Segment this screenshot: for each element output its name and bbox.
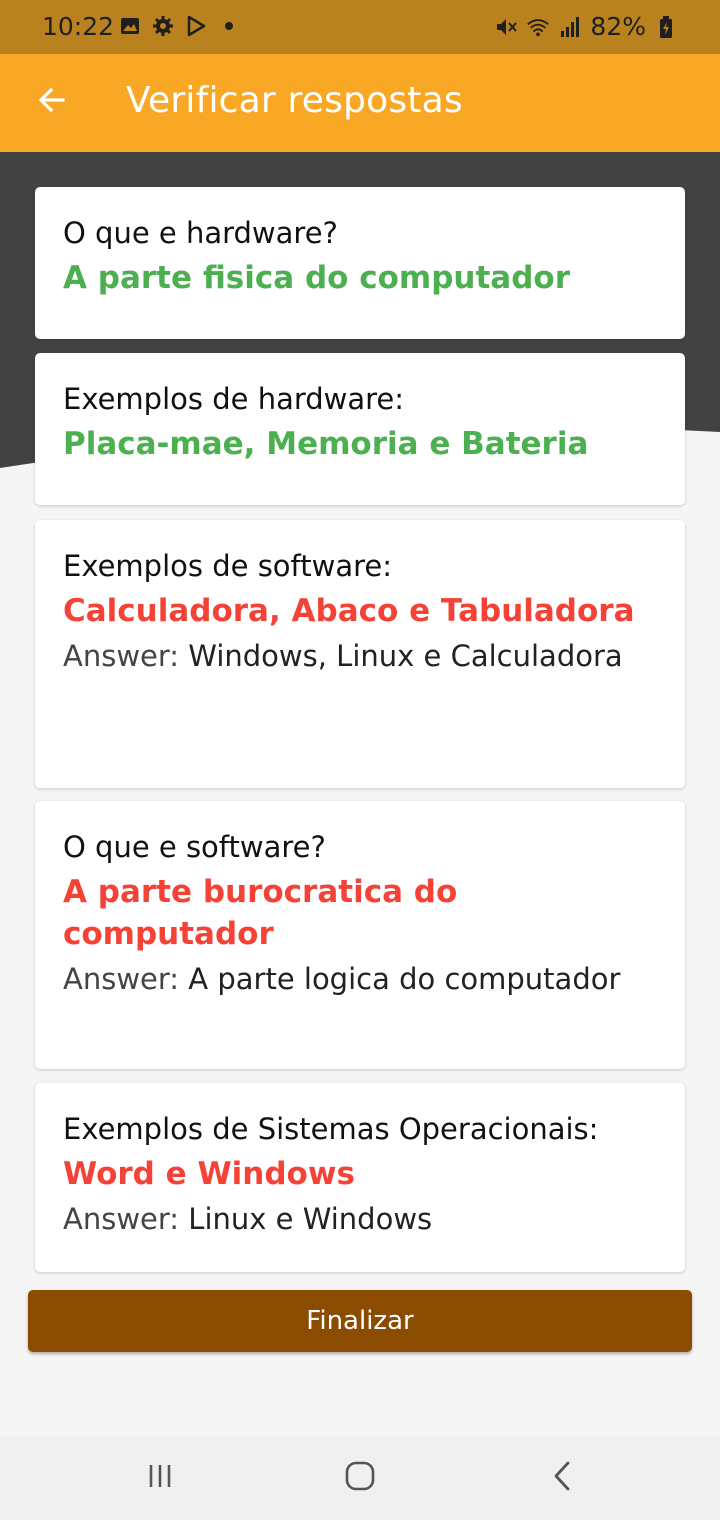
given-answer: Word e Windows	[63, 1156, 355, 1192]
correct-answer: Answer: Windows, Linux e Calculadora	[63, 638, 657, 675]
recent-apps-icon	[145, 1461, 175, 1495]
correct-answer-text: Windows, Linux e Calculadora	[188, 639, 623, 673]
answer-label: Answer:	[63, 962, 180, 996]
correct-answer-text: A parte logica do computador	[188, 962, 621, 996]
back-button[interactable]	[28, 78, 76, 126]
image-icon	[118, 14, 142, 38]
app-bar: Verificar respostas	[0, 54, 720, 152]
given-answer: A parte fisica do computador	[63, 260, 570, 296]
question-text: O que e software?	[63, 830, 326, 864]
play-store-icon	[184, 14, 208, 38]
battery-percent: 82%	[590, 12, 646, 41]
page-title: Verificar respostas	[126, 80, 463, 121]
wifi-icon	[526, 15, 550, 39]
dot-icon	[217, 14, 241, 38]
status-icons-left	[118, 14, 241, 38]
answer-label: Answer:	[63, 639, 180, 673]
answer-card: O que e hardware? A parte fisica do comp…	[35, 187, 685, 339]
answer-card: Exemplos de hardware: Placa-mae, Memoria…	[35, 353, 685, 505]
answer-card: Exemplos de Sistemas Operacionais: Word …	[35, 1083, 685, 1272]
recent-apps-button[interactable]	[130, 1454, 190, 1502]
home-icon	[344, 1460, 376, 1496]
navigation-bar	[0, 1436, 720, 1520]
question-text: Exemplos de hardware:	[63, 382, 405, 416]
arrow-left-icon	[36, 84, 68, 120]
finish-button[interactable]: Finalizar	[28, 1290, 692, 1352]
question-text: O que e hardware?	[63, 216, 338, 250]
status-time: 10:22	[42, 12, 115, 41]
back-icon	[548, 1460, 576, 1496]
mute-icon	[494, 15, 518, 39]
home-button[interactable]	[330, 1454, 390, 1502]
battery-icon	[654, 15, 678, 39]
gear-icon	[151, 14, 175, 38]
correct-answer: Answer: Linux e Windows	[63, 1201, 657, 1238]
answer-label: Answer:	[63, 1202, 180, 1236]
correct-answer-text: Linux e Windows	[188, 1202, 433, 1236]
question-text: Exemplos de Sistemas Operacionais:	[63, 1112, 599, 1146]
answer-card: Exemplos de software: Calculadora, Abaco…	[35, 520, 685, 788]
status-bar: 10:22 82%	[0, 0, 720, 54]
given-answer: Calculadora, Abaco e Tabuladora	[63, 593, 635, 629]
correct-answer: Answer: A parte logica do computador	[63, 961, 657, 998]
given-answer: Placa-mae, Memoria e Bateria	[63, 426, 589, 462]
system-back-button[interactable]	[532, 1454, 592, 1502]
question-text: Exemplos de software:	[63, 549, 392, 583]
answer-card: O que e software? A parte burocratica do…	[35, 801, 685, 1069]
given-answer: A parte burocratica do computador	[63, 874, 458, 952]
status-icons-right: 82%	[494, 12, 678, 41]
signal-icon	[558, 15, 582, 39]
